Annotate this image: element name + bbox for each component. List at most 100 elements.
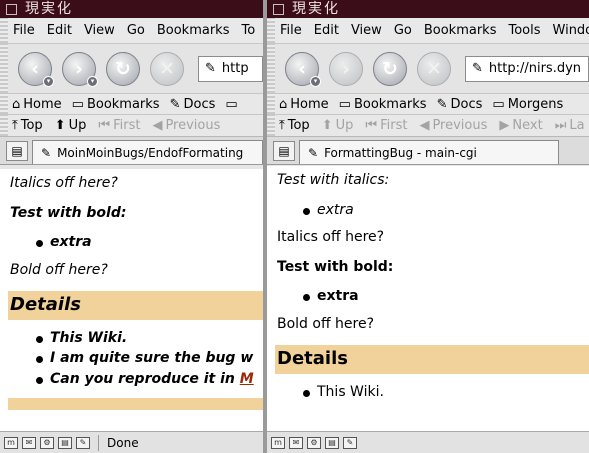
navigator-icon[interactable]: ⚙ — [307, 436, 321, 449]
site-nav-up[interactable]: ⬆ Up — [51, 118, 95, 133]
folder-icon: ▭ — [71, 96, 84, 112]
forward-button[interactable]: › — [329, 51, 363, 86]
navigator-icon[interactable]: ⚙ — [40, 436, 54, 449]
reload-button[interactable]: ↻ — [373, 51, 407, 86]
site-nav-previous[interactable]: ◀ Previous — [148, 118, 228, 133]
composer-icon[interactable]: ▤ — [325, 436, 339, 449]
bookmark-label: Home — [290, 96, 329, 112]
folder-icon: ▭ — [338, 96, 351, 112]
tab-active[interactable]: ✎ MoinMoinBugs/EndofFormating — [32, 140, 263, 164]
back-button[interactable]: ‹ ▾ — [18, 51, 54, 87]
new-tab-icon[interactable]: ▤ — [273, 141, 295, 161]
site-nav-last[interactable]: ⏭ La — [551, 118, 589, 133]
stop-button[interactable]: ✕ — [417, 51, 451, 86]
up-arrow-icon: ⬆ — [321, 118, 333, 133]
first-icon: ⏮ — [98, 118, 111, 133]
toolbar-grip[interactable] — [267, 94, 275, 114]
menu-view[interactable]: View — [79, 23, 122, 38]
site-nav-top[interactable]: ⤒ Top — [275, 118, 318, 133]
menu-go[interactable]: Go — [389, 23, 419, 38]
left-status-bar: m ✉ ⚙ ▤ ✎ Done — [0, 431, 263, 453]
bookmark-folder-overflow[interactable]: ▭ — [221, 97, 246, 112]
toolbar-grip[interactable] — [0, 94, 8, 114]
content-text: Italics off here? — [277, 229, 385, 245]
bookmark-home[interactable]: ⌂ Home — [275, 97, 335, 112]
menu-tools[interactable]: Tools — [503, 23, 547, 38]
bookmark-home[interactable]: ⌂ Home — [8, 97, 68, 112]
folder-icon: ▭ — [492, 96, 505, 112]
menu-tools[interactable]: To — [236, 23, 262, 38]
up-arrow-icon: ⬆ — [54, 118, 66, 133]
content-text: Bold off here? — [10, 261, 108, 278]
toolbar-grip[interactable] — [0, 18, 8, 43]
folder-icon: ▭ — [225, 96, 238, 112]
content-text: Test with bold: — [10, 204, 127, 221]
toolbar-grip[interactable] — [0, 44, 8, 93]
reproduce-link[interactable]: M — [240, 371, 254, 387]
back-arrow-icon: ‹ — [31, 57, 39, 80]
bookmark-label: Morgens — [507, 96, 564, 112]
bookmark-docs[interactable]: ✎ Docs — [433, 97, 489, 112]
mozilla-icon[interactable]: m — [4, 436, 18, 449]
list-item: Can you reproduce it in M — [10, 371, 263, 389]
tab-active[interactable]: ✎ FormattingBug - main-cgi — [299, 140, 559, 164]
window-menu-icon[interactable] — [273, 3, 284, 15]
menu-window[interactable]: Windo — [548, 23, 589, 38]
mail-icon[interactable]: ✉ — [22, 436, 36, 449]
back-history-dropdown-icon[interactable]: ▾ — [310, 75, 321, 87]
home-icon: ⌂ — [279, 96, 288, 112]
reload-button[interactable]: ↻ — [106, 51, 140, 86]
site-nav-next[interactable]: ▶ Next — [495, 118, 550, 133]
back-button[interactable]: ‹ ▾ — [285, 51, 321, 87]
toolbar-grip[interactable] — [267, 115, 275, 136]
right-browser-window: 現実化 File Edit View Go Bookmarks Tools Wi… — [263, 0, 589, 453]
bookmark-label: Bookmarks — [86, 96, 160, 112]
address-book-icon[interactable]: ✎ — [343, 436, 357, 449]
bookmark-folder-bookmarks[interactable]: ▭ Bookmarks — [68, 97, 166, 112]
site-nav-first[interactable]: ⏮ First — [361, 118, 415, 133]
site-nav-previous[interactable]: ◀ Previous — [415, 118, 495, 133]
site-nav-first[interactable]: ⏮ First — [94, 118, 148, 133]
left-nav-toolbar: ‹ ▾ › ▾ ↻ ✕ ✎ http — [0, 44, 263, 94]
menu-edit[interactable]: Edit — [309, 23, 346, 38]
menu-file[interactable]: File — [8, 23, 42, 38]
new-tab-icon[interactable]: ▤ — [6, 141, 28, 161]
url-field[interactable]: ✎ http://nirs.dyn — [465, 55, 589, 82]
menu-bookmarks[interactable]: Bookmarks — [419, 23, 504, 38]
mozilla-icon[interactable]: m — [271, 436, 285, 449]
bookmark-folder-morgens[interactable]: ▭ Morgens — [488, 97, 569, 112]
toolbar-grip[interactable] — [267, 18, 275, 43]
bookmark-folder-bookmarks[interactable]: ▭ Bookmarks — [335, 97, 433, 112]
bookmark-docs[interactable]: ✎ Docs — [166, 97, 222, 112]
site-nav-label: Next — [512, 118, 543, 133]
forward-history-dropdown-icon[interactable]: ▾ — [87, 75, 98, 87]
bookmark-label: Docs — [183, 96, 216, 112]
tab-label: FormattingBug - main-cgi — [324, 145, 477, 160]
forward-button[interactable]: › ▾ — [62, 51, 98, 87]
back-history-dropdown-icon[interactable]: ▾ — [43, 75, 54, 87]
window-menu-icon[interactable] — [6, 3, 17, 15]
mail-icon[interactable]: ✉ — [289, 436, 303, 449]
url-text: http — [221, 61, 249, 76]
menu-bookmarks[interactable]: Bookmarks — [152, 23, 237, 38]
composer-icon[interactable]: ▤ — [58, 436, 72, 449]
toolbar-grip[interactable] — [267, 44, 275, 93]
left-browser-window: 現実化 File Edit View Go Bookmarks To ‹ ▾ ›… — [0, 0, 263, 453]
forward-arrow-icon: › — [342, 57, 350, 80]
stop-button[interactable]: ✕ — [150, 51, 184, 86]
left-bookmarks-toolbar: ⌂ Home ▭ Bookmarks ✎ Docs ▭ — [0, 94, 263, 115]
page-proxy-icon: ✎ — [205, 61, 216, 76]
menu-edit[interactable]: Edit — [42, 23, 79, 38]
menu-go[interactable]: Go — [122, 23, 152, 38]
menu-file[interactable]: File — [275, 23, 309, 38]
menu-view[interactable]: View — [346, 23, 389, 38]
screen: 現実化 File Edit View Go Bookmarks To ‹ ▾ ›… — [0, 0, 589, 453]
toolbar-grip[interactable] — [0, 115, 8, 136]
address-book-icon[interactable]: ✎ — [76, 436, 90, 449]
tab-label: MoinMoinBugs/EndofFormating — [57, 145, 244, 160]
reload-icon: ↻ — [382, 57, 398, 80]
site-nav-top[interactable]: ⤒ Top — [8, 118, 51, 133]
site-nav-label: Up — [335, 118, 354, 133]
site-nav-up[interactable]: ⬆ Up — [318, 118, 362, 133]
url-field[interactable]: ✎ http — [198, 55, 263, 82]
